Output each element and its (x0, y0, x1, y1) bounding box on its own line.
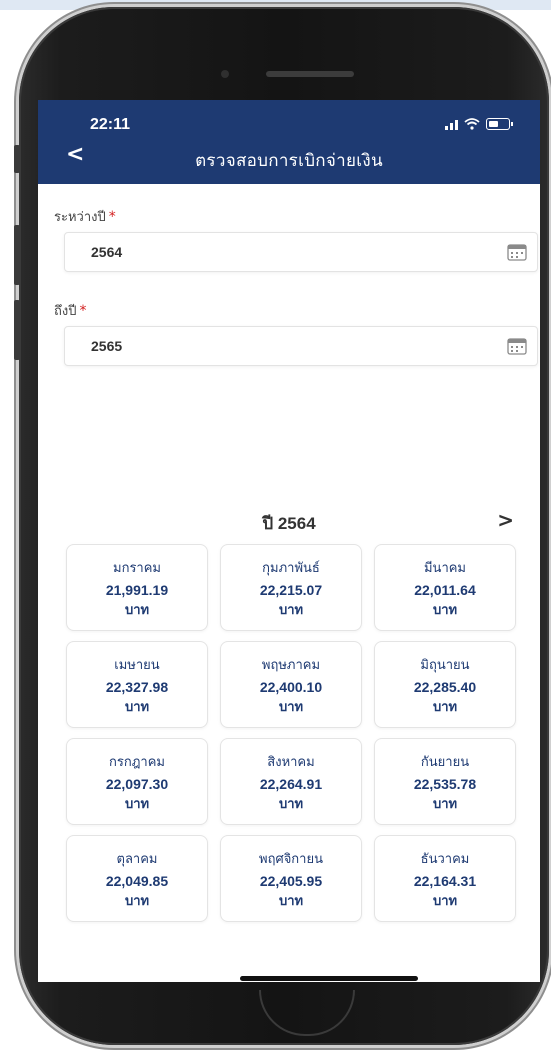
month-amount: 22,264.91 (259, 776, 323, 792)
from-year-label: ระหว่างปี * (54, 206, 116, 227)
month-card[interactable]: มกราคม 21,991.19 บาท (66, 544, 208, 631)
month-amount: 22,097.30 (105, 776, 169, 792)
month-amount: 22,215.07 (259, 582, 323, 598)
app-header: 22:11 < ตรวจสอบการเบิกจ่ายเงิน (38, 100, 540, 184)
month-card[interactable]: พฤศจิกายน 22,405.95 บาท (220, 835, 362, 922)
battery-icon (486, 118, 513, 130)
currency-unit: บาท (278, 797, 304, 812)
month-amount: 22,400.10 (259, 679, 323, 695)
currency-unit: บาท (124, 700, 150, 715)
required-mark: * (108, 209, 116, 225)
from-year-label-text: ระหว่างปี (54, 210, 106, 225)
status-time: 22:11 (90, 116, 131, 133)
signal-icon (445, 120, 458, 130)
month-card[interactable]: มิถุนายน 22,285.40 บาท (374, 641, 516, 728)
month-name: มกราคม (113, 561, 161, 576)
month-name: ธันวาคม (420, 852, 470, 867)
month-card[interactable]: มีนาคม 22,011.64 บาท (374, 544, 516, 631)
currency-unit: บาท (432, 603, 458, 618)
month-card[interactable]: ตุลาคม 22,049.85 บาท (66, 835, 208, 922)
month-card[interactable]: สิงหาคม 22,264.91 บาท (220, 738, 362, 825)
year-label: ปี 2564 (262, 514, 316, 533)
month-amount: 22,164.31 (413, 873, 477, 889)
month-amount: 22,285.40 (413, 679, 477, 695)
month-name: พฤษภาคม (261, 658, 321, 673)
month-amount: 22,405.95 (259, 873, 323, 889)
currency-unit: บาท (124, 603, 150, 618)
speaker-grille (266, 71, 354, 77)
month-name: มีนาคม (423, 561, 467, 576)
page-title: ตรวจสอบการเบิกจ่ายเงิน (195, 151, 383, 171)
to-year-field[interactable]: 2565 (64, 326, 538, 366)
side-button-volume-down (14, 300, 20, 360)
calendar-icon[interactable] (507, 243, 527, 261)
status-icons (445, 118, 513, 130)
month-name: กุมภาพันธ์ (262, 561, 320, 576)
currency-unit: บาท (278, 603, 304, 618)
front-camera (221, 70, 229, 78)
month-card[interactable]: เมษายน 22,327.98 บาท (66, 641, 208, 728)
currency-unit: บาท (124, 894, 150, 909)
month-name: สิงหาคม (267, 755, 315, 770)
month-card[interactable]: กุมภาพันธ์ 22,215.07 บาท (220, 544, 362, 631)
month-name: พฤศจิกายน (259, 852, 323, 867)
currency-unit: บาท (278, 894, 304, 909)
currency-unit: บาท (432, 797, 458, 812)
next-year-button[interactable]: > (497, 508, 514, 532)
currency-unit: บาท (278, 700, 304, 715)
month-amount: 22,535.78 (413, 776, 477, 792)
year-navigator: ปี 2564 > (38, 508, 540, 534)
home-button-outline (259, 990, 355, 1036)
app-screen: 22:11 < ตรวจสอบการเบิกจ่ายเงิน ระหว่างปี… (38, 100, 540, 982)
month-name: เมษายน (114, 658, 160, 673)
month-card[interactable]: กรกฎาคม 22,097.30 บาท (66, 738, 208, 825)
from-year-value: 2564 (91, 244, 123, 260)
month-name: ตุลาคม (116, 852, 158, 867)
to-year-value: 2565 (91, 338, 123, 354)
home-indicator[interactable] (240, 976, 418, 981)
wifi-icon (464, 118, 480, 130)
currency-unit: บาท (432, 894, 458, 909)
month-amount: 22,011.64 (414, 582, 476, 598)
currency-unit: บาท (432, 700, 458, 715)
month-amount: 22,327.98 (105, 679, 169, 695)
from-year-field[interactable]: 2564 (64, 232, 538, 272)
month-card[interactable]: พฤษภาคม 22,400.10 บาท (220, 641, 362, 728)
calendar-icon[interactable] (507, 337, 527, 355)
month-name: กันยายน (420, 755, 470, 770)
side-button-volume-up (14, 225, 20, 285)
month-card[interactable]: กันยายน 22,535.78 บาท (374, 738, 516, 825)
required-mark: * (79, 303, 87, 319)
side-button-mute (14, 145, 20, 173)
to-year-label: ถึงปี * (54, 300, 86, 321)
month-name: กรกฎาคม (108, 755, 166, 770)
to-year-label-text: ถึงปี (54, 304, 77, 319)
currency-unit: บาท (124, 797, 150, 812)
month-amount: 22,049.85 (105, 873, 169, 889)
month-name: มิถุนายน (420, 658, 470, 673)
month-card[interactable]: ธันวาคม 22,164.31 บาท (374, 835, 516, 922)
month-amount: 21,991.19 (105, 582, 169, 598)
